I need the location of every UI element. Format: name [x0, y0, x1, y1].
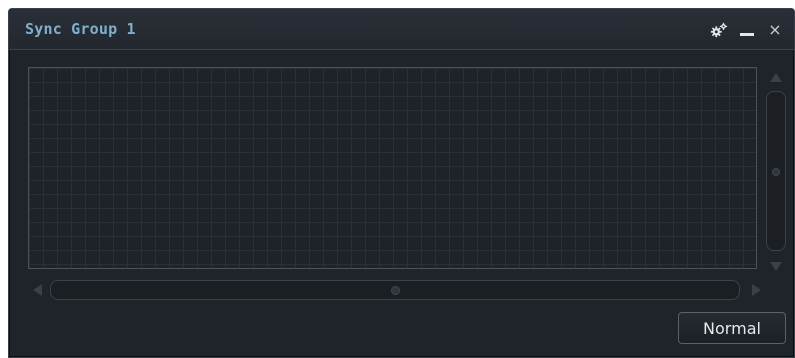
- vertical-scrollbar[interactable]: [764, 67, 788, 271]
- horizontal-scroll-track[interactable]: [50, 280, 740, 300]
- gear-icon[interactable]: [710, 21, 728, 39]
- horizontal-scrollbar[interactable]: [28, 280, 763, 302]
- sync-group-window: Sync Group 1 × Normal: [8, 8, 795, 358]
- scroll-right-arrow-icon[interactable]: [752, 284, 761, 296]
- close-icon[interactable]: ×: [766, 21, 784, 39]
- mode-button[interactable]: Normal: [678, 312, 786, 344]
- scroll-up-arrow-icon[interactable]: [770, 73, 782, 82]
- scroll-down-arrow-icon[interactable]: [770, 262, 782, 271]
- minimize-bar: [740, 32, 754, 36]
- vertical-scroll-thumb[interactable]: [772, 168, 780, 176]
- window-controls: ×: [710, 19, 784, 41]
- window-title: Sync Group 1: [25, 20, 136, 38]
- scroll-left-arrow-icon[interactable]: [33, 284, 42, 296]
- minimize-icon[interactable]: [738, 21, 756, 39]
- horizontal-scroll-thumb[interactable]: [391, 286, 400, 295]
- sync-grid-canvas[interactable]: [28, 67, 757, 269]
- vertical-scroll-track[interactable]: [766, 91, 786, 251]
- title-bar[interactable]: Sync Group 1 ×: [9, 9, 794, 50]
